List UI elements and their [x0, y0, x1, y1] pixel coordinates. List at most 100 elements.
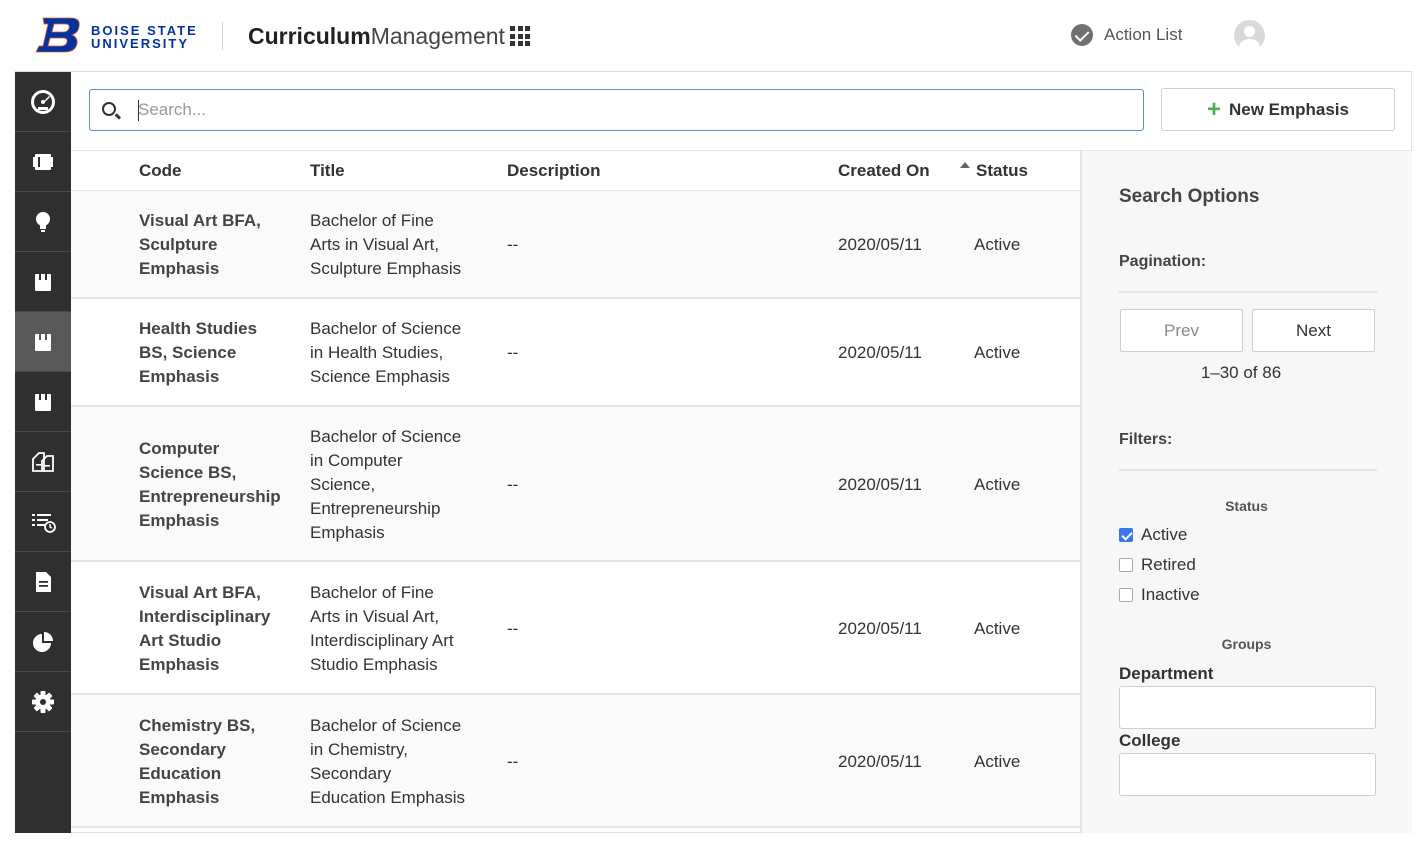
- cell-created-on: 2020/05/11: [838, 235, 922, 254]
- prev-page-button[interactable]: Prev: [1120, 309, 1243, 352]
- cell-title-line: Studio Emphasis: [310, 654, 438, 674]
- cell-status: Active: [974, 235, 1021, 254]
- cell-title: Bachelor of Science in Computer Science, En…: [310, 425, 490, 545]
- file-icon: [36, 571, 51, 592]
- sidebar-item-schedule[interactable]: [15, 492, 71, 552]
- sort-ascending-icon: [960, 162, 970, 168]
- table-row[interactable]: Health Studies BS, Science Emphasis Bachelo…: [71, 299, 1080, 407]
- status-group-title: Status: [1225, 498, 1268, 514]
- boise-state-b-logo[interactable]: [35, 16, 81, 54]
- column-header-created-on[interactable]: Created On: [838, 161, 930, 181]
- cell-status: Active: [974, 474, 1021, 494]
- cell-title-line: Education Emphasis: [310, 787, 465, 807]
- cell-title-line: Bachelor of Science: [310, 426, 462, 446]
- college-field[interactable]: [1119, 753, 1376, 796]
- cell-description: --: [507, 751, 519, 771]
- cell-code-line: Emphasis: [139, 787, 220, 807]
- cell-description: --: [507, 474, 519, 494]
- college-label: College: [1119, 731, 1181, 750]
- status-active-label: Active: [1141, 525, 1188, 544]
- search-icon: [102, 102, 116, 116]
- table-row[interactable]: Computer Science BS, Entrepreneurship Empha…: [71, 407, 1080, 562]
- cell-title-line: Emphasis: [310, 522, 385, 542]
- column-header-title[interactable]: Title: [310, 161, 345, 181]
- sidebar-item-files[interactable]: [15, 552, 71, 612]
- app-title: CurriculumManagement: [248, 23, 505, 50]
- status-inactive-checkbox[interactable]: [1119, 588, 1133, 602]
- search-input[interactable]: [138, 96, 1128, 124]
- app-title-light: Management: [370, 23, 505, 49]
- cell-created-on: 2020/05/11: [838, 618, 922, 638]
- cell-status: Active: [974, 618, 1021, 638]
- sidebar-item-emphases[interactable]: [15, 312, 71, 372]
- table-row[interactable]: Visual Art BFA, Sculpture Emphasis Bachelor…: [71, 191, 1080, 299]
- plus-icon: +: [1206, 95, 1221, 123]
- courses-icon: [33, 153, 53, 170]
- cell-title-line: in Health Studies,: [310, 343, 444, 362]
- cell-created-on: 2020/05/11: [838, 474, 922, 494]
- cell-title-line: in Chemistry,: [310, 739, 408, 759]
- cell-code: Chemistry BS, Secondary Education Emphasis: [139, 714, 289, 810]
- action-list-button[interactable]: Action List: [1071, 24, 1182, 46]
- action-list-label: Action List: [1104, 25, 1183, 44]
- cell-title-line: Bachelor of Fine: [310, 211, 434, 230]
- settings-gear-icon: [32, 690, 54, 713]
- cell-code-line: Art Studio: [139, 630, 222, 650]
- cell-code-line: Interdisciplinary: [139, 606, 271, 626]
- column-header-status[interactable]: Status: [976, 161, 1028, 181]
- cell-code-line: Sculpture: [139, 235, 218, 254]
- lightbulb-icon: [36, 211, 50, 232]
- cell-title-line: Science,: [310, 474, 376, 494]
- column-header-code[interactable]: Code: [139, 161, 182, 181]
- cell-code-line: Visual Art BFA,: [139, 211, 261, 230]
- app-launcher-grid-icon[interactable]: [510, 26, 530, 46]
- status-inactive-label: Inactive: [1141, 585, 1200, 604]
- sidebar-item-reports[interactable]: [15, 612, 71, 672]
- status-active-checkbox[interactable]: [1119, 528, 1133, 542]
- header-divider: [222, 22, 223, 50]
- app-frame: BOISE STATE UNIVERSITY CurriculumManagem…: [15, 0, 1412, 833]
- status-retired-label: Retired: [1141, 555, 1196, 574]
- new-emphasis-button[interactable]: + New Emphasis: [1161, 88, 1395, 131]
- cell-title: Bachelor of Fine Arts in Visual Art, Sculp…: [310, 209, 490, 281]
- cell-title-line: Arts in Visual Art,: [310, 235, 440, 254]
- search-options-panel: Search Options Pagination: Prev Next 1–3…: [1080, 150, 1412, 833]
- cell-title-line: Entrepreneurship: [310, 498, 441, 518]
- user-avatar[interactable]: [1234, 20, 1265, 51]
- sidebar-item-documents[interactable]: [15, 432, 71, 492]
- table-row[interactable]: Visual Art BFA, Interdisciplinary Art Stud…: [71, 562, 1080, 695]
- status-filter-inactive[interactable]: Inactive: [1119, 585, 1200, 605]
- cell-description: --: [507, 235, 519, 254]
- app-title-bold: Curriculum: [248, 23, 371, 49]
- status-filter-active[interactable]: Active: [1119, 525, 1187, 545]
- cell-code-line: BS, Science: [139, 343, 237, 362]
- sidebar-item-courses[interactable]: [15, 132, 71, 192]
- column-header-description[interactable]: Description: [507, 161, 601, 181]
- cell-status: Active: [974, 343, 1021, 362]
- cell-title-line: Secondary: [310, 763, 392, 783]
- cell-status: Active: [974, 751, 1021, 771]
- cell-title-line: in Computer: [310, 450, 403, 470]
- cell-title-line: Bachelor of Science: [310, 319, 462, 338]
- status-retired-checkbox[interactable]: [1119, 558, 1133, 572]
- minors-icon: [35, 391, 51, 411]
- next-page-button[interactable]: Next: [1252, 309, 1375, 352]
- cell-code-line: Emphasis: [139, 259, 220, 278]
- sidebar-item-minors[interactable]: [15, 372, 71, 432]
- sidebar-item-dashboard[interactable]: [15, 72, 71, 132]
- search-box[interactable]: [89, 89, 1144, 131]
- sidebar-item-ideas[interactable]: [15, 192, 71, 252]
- cell-description: --: [507, 343, 519, 362]
- department-field[interactable]: [1119, 686, 1376, 729]
- sidebar-item-settings[interactable]: [15, 672, 71, 732]
- status-filter-retired[interactable]: Retired: [1119, 555, 1196, 575]
- sidebar-item-programs[interactable]: [15, 252, 71, 312]
- programs-icon: [35, 271, 51, 291]
- dashboard-icon: [31, 89, 55, 114]
- emphasis-table: Code Title Description Created On Status…: [71, 150, 1080, 833]
- table-row[interactable]: Chemistry BS, Secondary Education Emphasis B…: [71, 695, 1080, 828]
- cell-code: Computer Science BS, Entrepreneurship Empha…: [139, 437, 289, 533]
- cell-code-line: Secondary: [139, 739, 226, 759]
- cell-title-line: Bachelor of Science: [310, 715, 462, 735]
- cell-title: Bachelor of Fine Arts in Visual Art, Inter…: [310, 581, 490, 677]
